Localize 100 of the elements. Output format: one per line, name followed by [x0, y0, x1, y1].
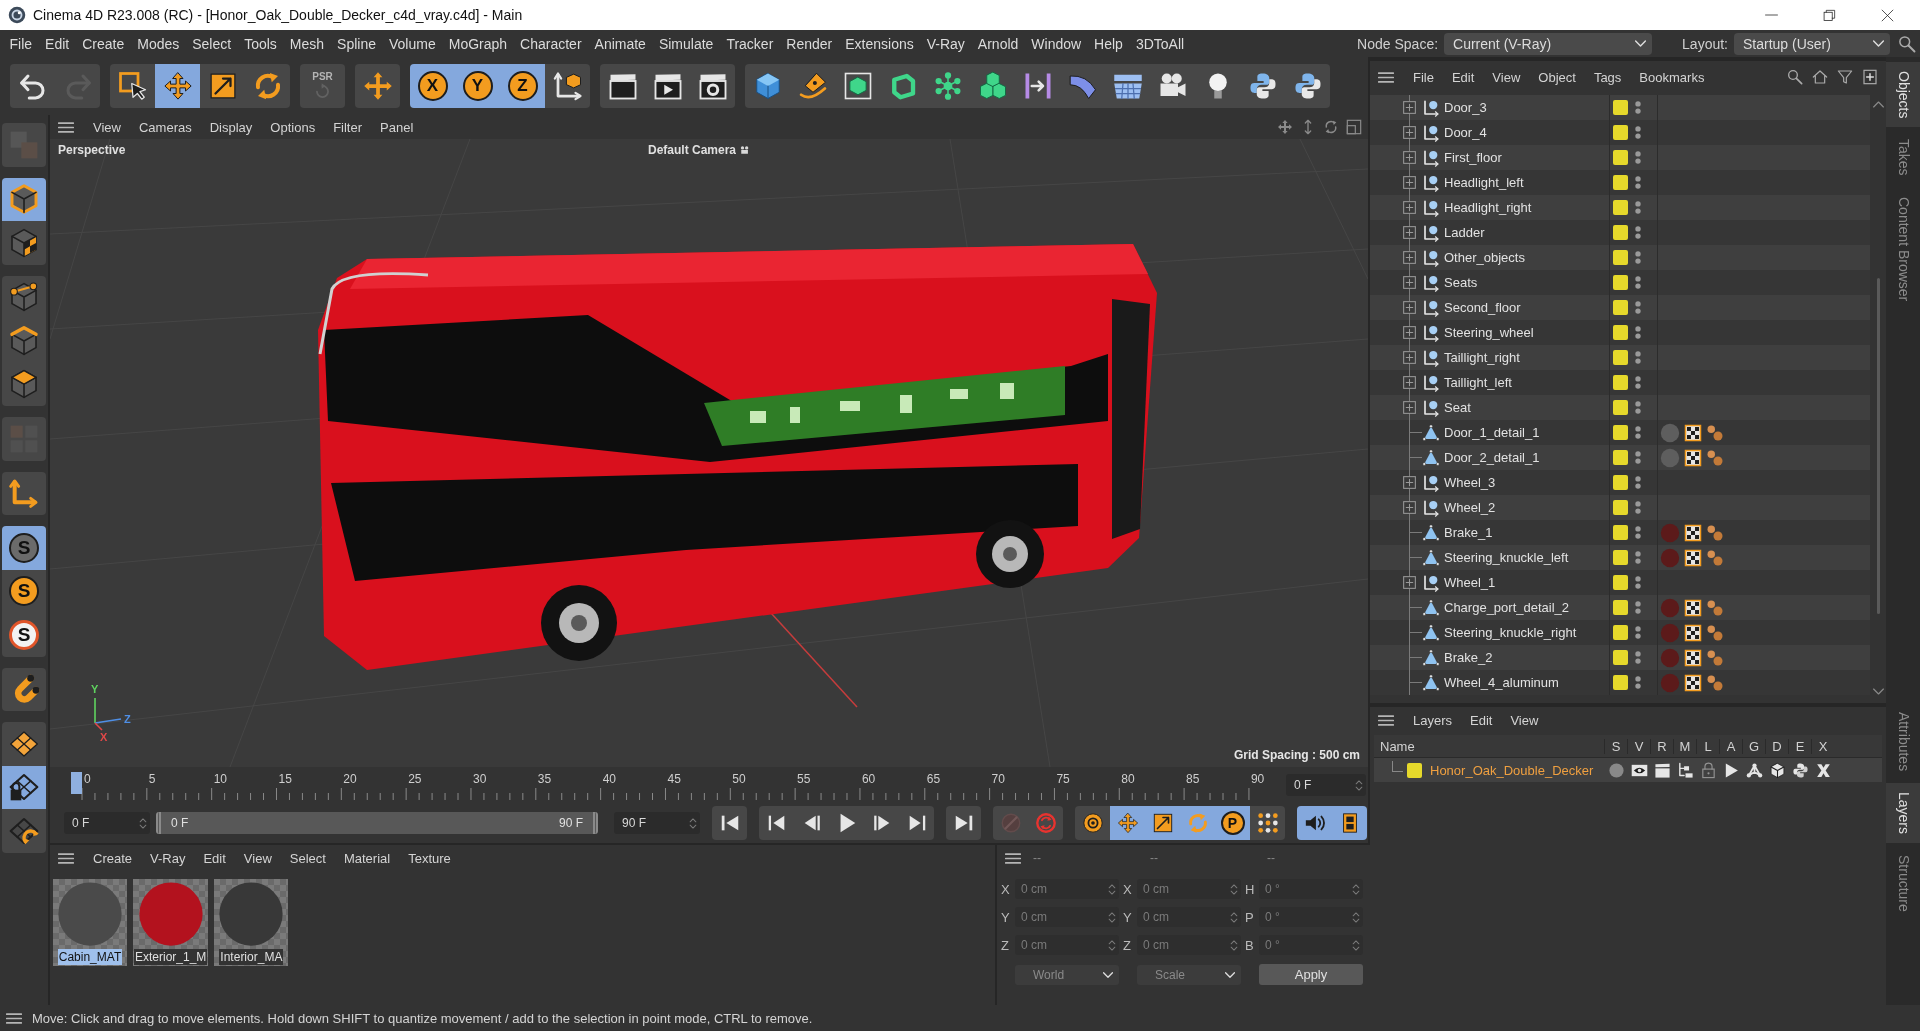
select-button[interactable]	[110, 64, 155, 108]
menu-item[interactable]: Animate	[588, 35, 653, 52]
menu-item[interactable]: View	[84, 119, 130, 135]
visibility-dots-icon[interactable]	[1635, 600, 1641, 615]
spheres-tag-icon[interactable]	[1706, 548, 1724, 567]
key-pla-button[interactable]	[1250, 806, 1285, 840]
undo-button[interactable]	[10, 64, 55, 108]
layer-swatch-icon[interactable]	[1613, 175, 1628, 190]
record-button[interactable]	[1028, 806, 1063, 840]
current-frame-field[interactable]: 0 F	[1286, 774, 1366, 796]
layer-swatch-icon[interactable]	[1613, 475, 1628, 490]
layer-swatch-icon[interactable]	[1613, 550, 1628, 565]
timeline-ruler[interactable]: 0 5 10 15 20 25 30 35 40 45 50 55 60 65 70 75 80 85 90	[50, 767, 1286, 803]
visibility-dots-icon[interactable]	[1635, 275, 1641, 290]
axis-lock-button[interactable]: Z	[500, 64, 545, 108]
checker-tag-icon[interactable]	[1684, 423, 1702, 442]
expand-icon[interactable]	[1403, 126, 1416, 139]
visibility-dots-icon[interactable]	[1635, 375, 1641, 390]
key-param-button[interactable]: P	[1215, 806, 1250, 840]
node-space-dropdown[interactable]: Current (V-Ray)	[1444, 32, 1653, 55]
material-tile[interactable]: Interior_MA	[214, 879, 289, 966]
script-button[interactable]	[1285, 64, 1330, 108]
layer-swatch-icon[interactable]	[1613, 300, 1628, 315]
material-tile[interactable]: Cabin_MAT	[53, 879, 127, 966]
object-row[interactable]: Door_3	[1370, 95, 1870, 120]
visibility-dots-icon[interactable]	[1635, 675, 1641, 690]
model-button[interactable]	[2, 177, 46, 221]
column-header[interactable]: L	[1696, 738, 1719, 754]
menu-item[interactable]: Edit	[1442, 69, 1484, 85]
visibility-dots-icon[interactable]	[1635, 475, 1641, 490]
next-key-button[interactable]	[899, 806, 934, 840]
menu-item[interactable]: Mesh	[283, 35, 331, 52]
solo-dot-icon[interactable]	[1608, 761, 1625, 779]
spheres-tag-icon[interactable]	[1706, 623, 1724, 642]
transfer-button[interactable]	[355, 64, 400, 108]
layout-dropdown[interactable]: Startup (User)	[1734, 32, 1890, 55]
menu-icon[interactable]	[6, 1012, 22, 1024]
object-row[interactable]: Headlight_right	[1370, 195, 1870, 220]
search-icon[interactable]	[1787, 69, 1803, 85]
end-frame-field[interactable]: 90 F	[614, 812, 700, 834]
clapper-icon[interactable]	[1654, 761, 1671, 779]
expand-icon[interactable]	[1403, 376, 1416, 389]
close-icon[interactable]	[1881, 8, 1894, 22]
menu-item[interactable]: Arnold	[971, 35, 1025, 52]
hierarchy-icon[interactable]	[1677, 761, 1694, 779]
axis-lock-button[interactable]: X	[410, 64, 455, 108]
checker-tag-icon[interactable]	[1684, 448, 1702, 467]
key-settings-button[interactable]	[1075, 806, 1110, 840]
expand-icon[interactable]	[1403, 226, 1416, 239]
expand-icon[interactable]	[1403, 301, 1416, 314]
axis-lock-button[interactable]: Y	[455, 64, 500, 108]
menu-item[interactable]: Tools	[237, 35, 284, 52]
maximize-icon[interactable]	[1346, 119, 1362, 135]
workplane-align-button[interactable]	[2, 809, 46, 853]
cube-icon[interactable]	[1769, 761, 1786, 779]
object-row[interactable]: Steering_knuckle_left	[1370, 545, 1870, 570]
expand-icon[interactable]	[1403, 576, 1416, 589]
spinner-arrows-icon[interactable]	[689, 816, 697, 830]
visibility-dots-icon[interactable]	[1635, 100, 1641, 115]
menu-item[interactable]: Spline	[330, 35, 383, 52]
layer-swatch-icon[interactable]	[1613, 600, 1628, 615]
menu-item[interactable]: Select	[280, 850, 335, 866]
coords-button[interactable]	[545, 64, 590, 108]
render-settings-button[interactable]	[690, 64, 735, 108]
checker-tag-icon[interactable]	[1684, 523, 1702, 542]
menu-item[interactable]: File	[1404, 69, 1443, 85]
menu-item[interactable]: Tags	[1584, 69, 1631, 85]
checker-tag-icon[interactable]	[1684, 648, 1702, 667]
scroll-down-icon[interactable]	[1872, 688, 1884, 695]
checker-tag-icon[interactable]	[1684, 598, 1702, 617]
object-row[interactable]: Charge_port_detail_2	[1370, 595, 1870, 620]
side-tab[interactable]: Content Browser	[1886, 188, 1920, 311]
object-row[interactable]: Wheel_2	[1370, 495, 1870, 520]
scale-button[interactable]	[200, 64, 245, 108]
checker-tag-icon[interactable]	[1684, 623, 1702, 642]
menu-item[interactable]: Simulate	[652, 35, 720, 52]
visibility-dots-icon[interactable]	[1635, 325, 1641, 340]
menu-item[interactable]: Edit	[38, 35, 76, 52]
layer-swatch-icon[interactable]	[1613, 375, 1628, 390]
side-tab[interactable]: Attributes	[1886, 703, 1920, 781]
object-row[interactable]: First_floor	[1370, 145, 1870, 170]
column-header[interactable]: S	[1604, 738, 1627, 754]
menu-item[interactable]: Help	[1087, 35, 1130, 52]
material-tile[interactable]: Exterior_1_M	[133, 879, 209, 966]
spinner-arrows-icon[interactable]	[139, 816, 147, 830]
layer-swatch-icon[interactable]	[1613, 275, 1628, 290]
layer-swatch-icon[interactable]	[1613, 325, 1628, 340]
visibility-dots-icon[interactable]	[1635, 300, 1641, 315]
layer-row[interactable]: Honor_Oak_Double_Decker	[1374, 758, 1882, 782]
column-header[interactable]: V	[1627, 738, 1650, 754]
menu-item[interactable]: Volume	[382, 35, 443, 52]
visibility-dots-icon[interactable]	[1635, 500, 1641, 515]
menu-icon[interactable]	[58, 121, 74, 133]
spheres-tag-icon[interactable]	[1706, 598, 1724, 617]
layer-swatch-icon[interactable]	[1613, 675, 1628, 690]
menu-item[interactable]: View	[234, 850, 281, 866]
object-row[interactable]: Second_floor	[1370, 295, 1870, 320]
snakes-icon[interactable]	[1792, 761, 1809, 779]
lock-icon[interactable]	[1700, 761, 1717, 779]
menu-item[interactable]: Select	[185, 35, 238, 52]
